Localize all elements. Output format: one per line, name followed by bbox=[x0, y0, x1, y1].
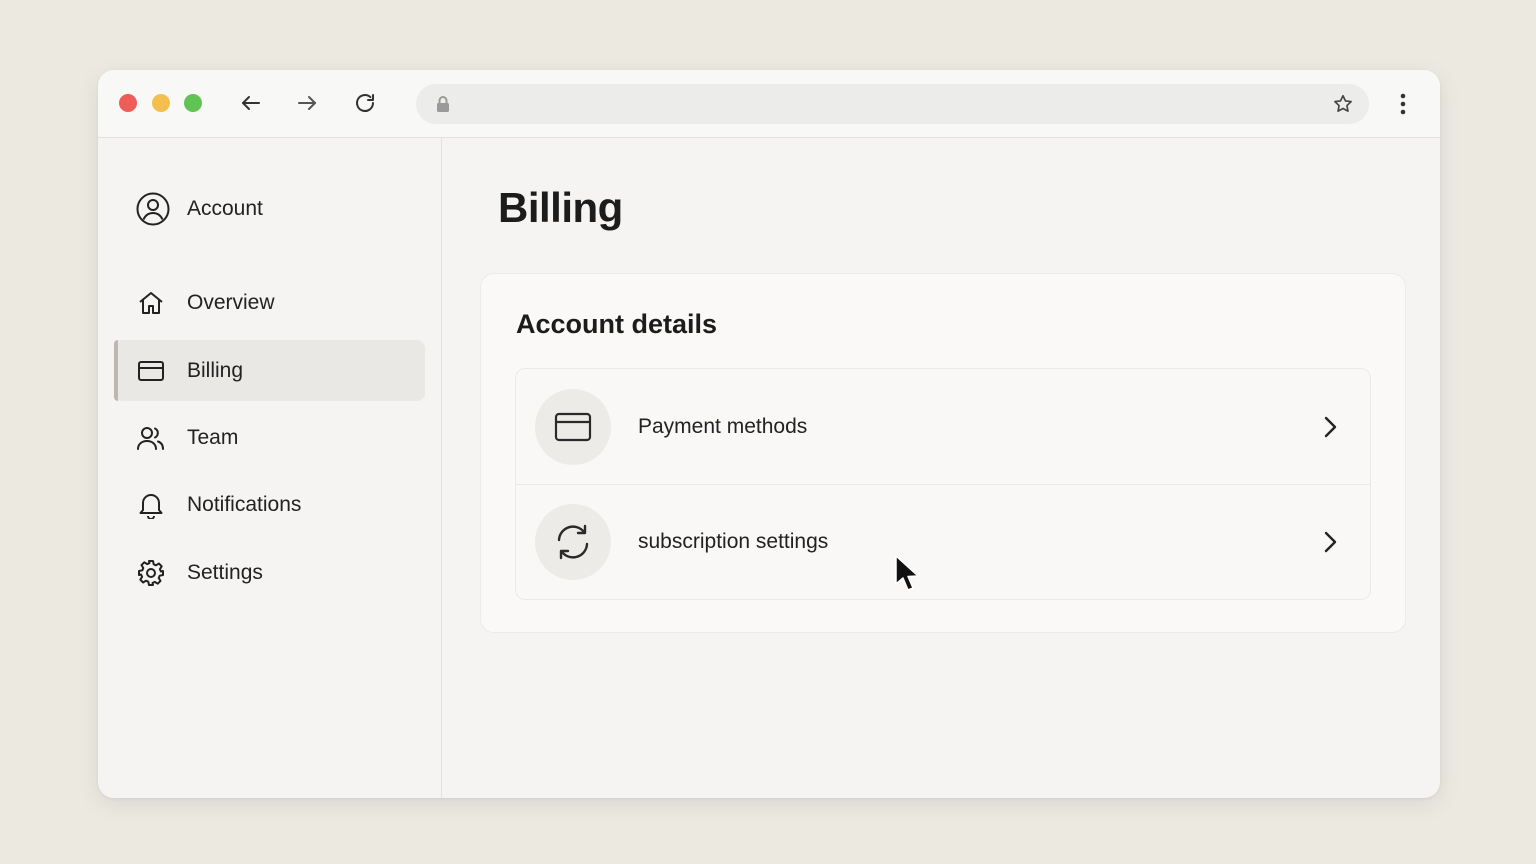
account-details-card: Account details Payment methods subscrip… bbox=[480, 273, 1406, 633]
users-icon bbox=[136, 423, 166, 453]
sidebar-item-label: Notifications bbox=[187, 492, 302, 516]
reload-icon bbox=[356, 94, 374, 112]
sidebar-item-overview[interactable]: Overview bbox=[114, 272, 425, 333]
lock-icon bbox=[434, 95, 452, 113]
credit-card-icon bbox=[136, 356, 166, 386]
browser-menu-button[interactable] bbox=[1391, 90, 1415, 118]
chevron-right-icon bbox=[1315, 527, 1345, 557]
page-title: Billing bbox=[498, 184, 623, 231]
sidebar-item-settings[interactable]: Settings bbox=[114, 542, 425, 603]
sidebar-item-team[interactable]: Team bbox=[114, 407, 425, 468]
mouse-cursor-icon bbox=[895, 555, 919, 591]
forward-arrow-icon bbox=[298, 96, 316, 110]
browser-window: Account Overview Billing Team Notificati… bbox=[98, 70, 1440, 798]
sidebar-item-label: Team bbox=[187, 425, 239, 449]
sidebar-item-label: Overview bbox=[187, 290, 275, 314]
subscription-settings-row[interactable]: subscription settings bbox=[516, 485, 1370, 599]
sidebar-item-label: Settings bbox=[187, 560, 263, 584]
list-item-label: subscription settings bbox=[638, 530, 829, 553]
back-arrow-icon bbox=[242, 96, 260, 110]
sidebar-item-billing[interactable]: Billing bbox=[114, 340, 425, 401]
refresh-icon bbox=[535, 504, 611, 580]
sidebar-item-notifications[interactable]: Notifications bbox=[114, 474, 425, 535]
minimize-window-button[interactable] bbox=[152, 94, 170, 112]
sidebar bbox=[98, 138, 442, 798]
chevron-right-icon bbox=[1315, 412, 1345, 442]
list-item-label: Payment methods bbox=[638, 414, 808, 438]
address-bar[interactable] bbox=[416, 84, 1369, 124]
account-label: Account bbox=[187, 197, 263, 220]
settings-list: Payment methods subscription settings bbox=[515, 368, 1371, 600]
bookmark-star-button[interactable] bbox=[1331, 92, 1355, 116]
home-icon bbox=[136, 288, 166, 318]
user-circle-icon bbox=[136, 192, 170, 226]
browser-toolbar bbox=[98, 70, 1440, 138]
sidebar-item-label: Billing bbox=[187, 358, 244, 382]
forward-button[interactable] bbox=[293, 89, 321, 117]
close-window-button[interactable] bbox=[119, 94, 137, 112]
reload-button[interactable] bbox=[351, 89, 379, 117]
maximize-window-button[interactable] bbox=[184, 94, 202, 112]
gear-icon bbox=[136, 558, 166, 588]
bell-icon bbox=[136, 490, 166, 520]
back-button[interactable] bbox=[237, 89, 265, 117]
account-header[interactable]: Account bbox=[136, 192, 263, 226]
card-title: Account details bbox=[516, 309, 718, 339]
star-icon bbox=[1334, 94, 1352, 112]
payment-methods-row[interactable]: Payment methods bbox=[516, 369, 1370, 485]
credit-card-icon bbox=[535, 388, 611, 465]
kebab-menu-icon bbox=[1400, 93, 1406, 115]
